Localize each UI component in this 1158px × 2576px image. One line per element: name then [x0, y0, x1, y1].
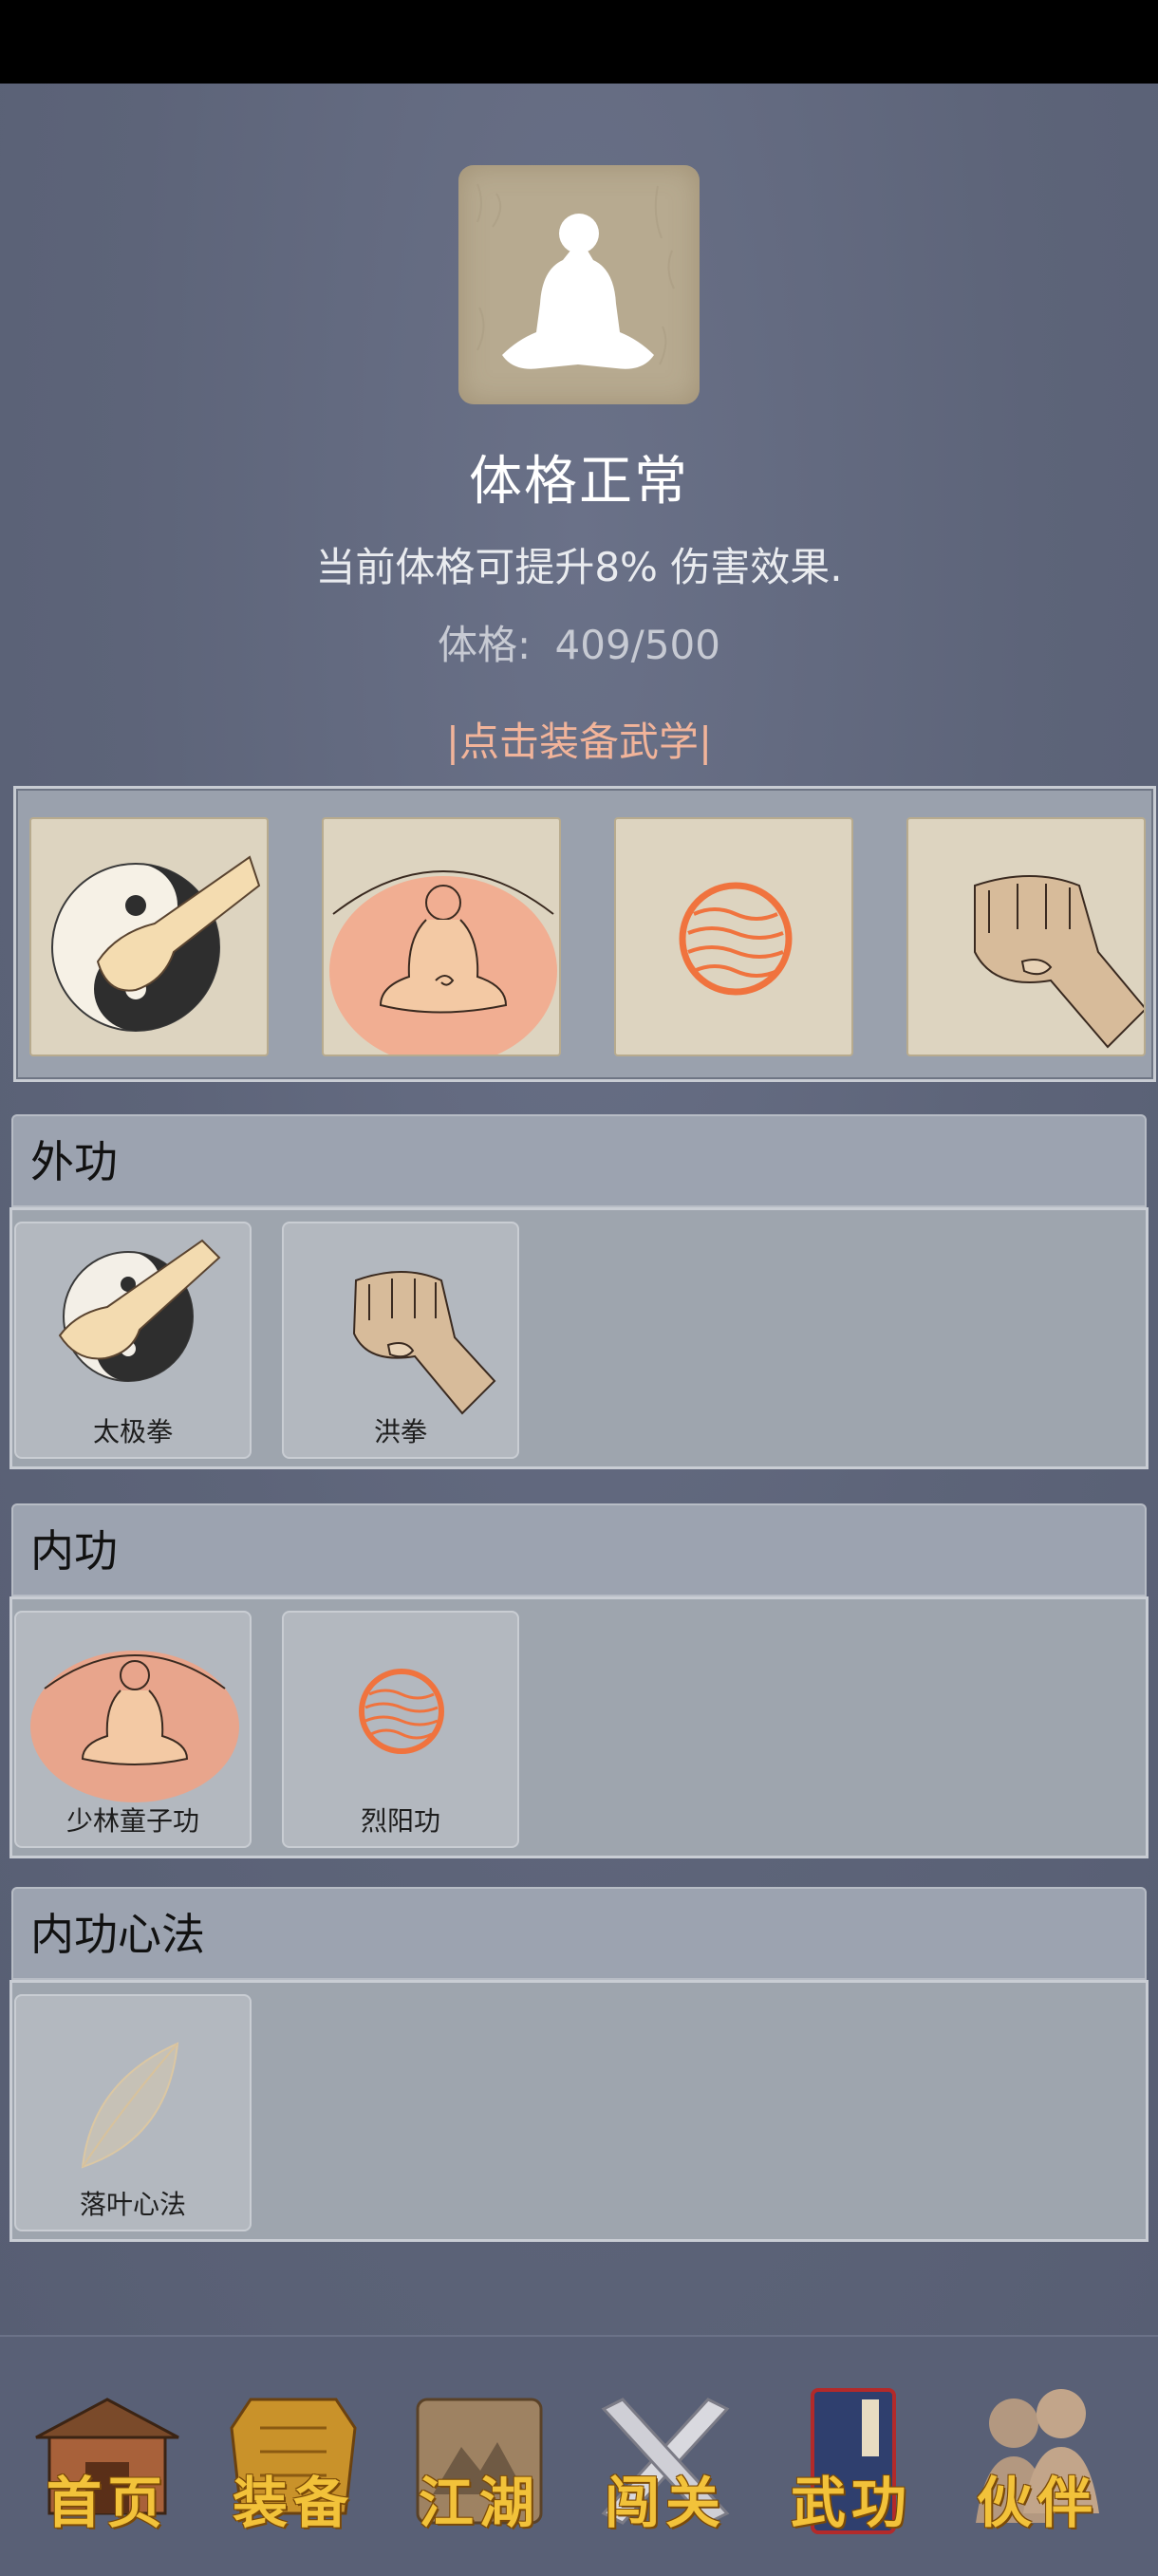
- equipped-slot-1[interactable]: [29, 817, 269, 1056]
- skill-label: 太极拳: [92, 1416, 173, 1447]
- nav-label: 江湖: [418, 2471, 540, 2535]
- equipped-slot-2[interactable]: [322, 817, 561, 1056]
- section-header-neigong: 内功: [11, 1503, 1147, 1596]
- skill-label: 洪拳: [373, 1416, 427, 1447]
- physique-value: 409/500: [554, 622, 720, 668]
- section-title: 内功: [30, 1525, 118, 1577]
- section-body-xinfa: 落叶心法: [9, 1980, 1149, 2242]
- meditation-aura-icon: [329, 870, 557, 1055]
- nav-home[interactable]: 首页: [27, 2371, 188, 2561]
- bottom-navigation: 首页 装备 江湖 闯关 武功 伙伴: [0, 2335, 1158, 2576]
- section-header-xinfa: 内功心法: [11, 1887, 1147, 1980]
- nav-jianghu[interactable]: 江湖: [399, 2371, 560, 2561]
- nav-martial-arts[interactable]: 武功: [771, 2371, 932, 2561]
- equipped-slot-3[interactable]: [614, 817, 853, 1056]
- physique-stat: 体格: 409/500: [0, 613, 1158, 671]
- section-title: 内功心法: [30, 1909, 205, 1960]
- taiji-fist-icon: [51, 855, 261, 1032]
- sun-orb-icon: [679, 882, 793, 996]
- skill-card-shaolin[interactable]: 少林童子功: [14, 1611, 252, 1848]
- status-bar: [0, 0, 1158, 84]
- physique-avatar: [458, 165, 700, 404]
- fist-icon: [974, 875, 1144, 1049]
- section-title: 外功: [30, 1136, 118, 1187]
- nav-label: 首页: [46, 2471, 168, 2535]
- nav-equipment[interactable]: 装备: [213, 2371, 374, 2561]
- nav-challenge[interactable]: 闯关: [585, 2371, 746, 2561]
- skill-card-luoye[interactable]: 落叶心法: [14, 1994, 252, 2231]
- equip-martial-arts-hint[interactable]: |点击装备武学|: [0, 710, 1158, 768]
- physique-status-description: 当前体格可提升8% 伤害效果.: [315, 544, 843, 590]
- meditation-silhouette-icon: [476, 183, 675, 369]
- nav-label: 武功: [790, 2471, 912, 2535]
- nav-label: 装备: [232, 2471, 354, 2535]
- skill-card-hongquan[interactable]: 洪拳: [282, 1222, 519, 1459]
- skill-label: 少林童子功: [65, 1805, 199, 1837]
- skill-label: 落叶心法: [79, 2189, 186, 2220]
- section-body-waigong: 太极拳 洪拳: [9, 1207, 1149, 1469]
- nav-label: 伙伴: [976, 2471, 1098, 2535]
- nav-companions[interactable]: 伙伴: [957, 2371, 1118, 2561]
- section-header-waigong: 外功: [11, 1114, 1147, 1207]
- skill-card-taiji[interactable]: 太极拳: [14, 1222, 252, 1459]
- physique-label: 体格:: [438, 622, 532, 668]
- skill-card-lieyang[interactable]: 烈阳功: [282, 1611, 519, 1848]
- skill-label: 烈阳功: [360, 1805, 440, 1837]
- equipped-slot-4[interactable]: [906, 817, 1146, 1056]
- section-body-neigong: 少林童子功 烈阳功: [9, 1596, 1149, 1858]
- nav-label: 闯关: [604, 2471, 726, 2535]
- physique-status-title: 体格正常: [469, 451, 689, 513]
- equipped-skills-panel: [13, 786, 1156, 1082]
